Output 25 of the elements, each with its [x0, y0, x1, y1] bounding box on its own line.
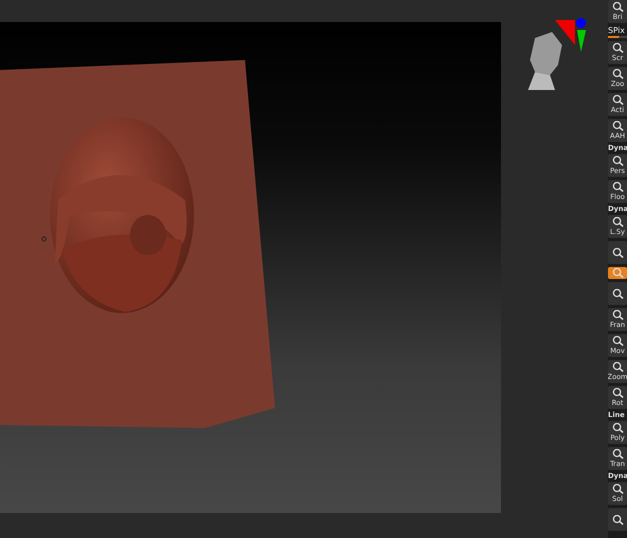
shelf-button[interactable]: [608, 508, 627, 531]
tool-icon: [612, 2, 624, 12]
tool-icon: [612, 43, 624, 53]
tool-icon: [612, 121, 624, 131]
tool-icon: [612, 156, 624, 166]
tool-icon: [612, 268, 624, 278]
tool-icon: [612, 310, 624, 320]
tool-icon: [612, 336, 624, 346]
shelf-button[interactable]: [608, 241, 627, 264]
tool-icon: [612, 217, 624, 227]
tool-icon: [612, 288, 624, 298]
tool-icon: [612, 484, 624, 494]
shelf-button[interactable]: [608, 282, 627, 305]
tool-icon: [612, 69, 624, 79]
tool-icon: [612, 248, 624, 258]
tool-icon: [612, 514, 624, 524]
viewport-canvas[interactable]: [0, 22, 501, 513]
tool-icon: [612, 388, 624, 398]
cursor-dot: [42, 236, 46, 242]
tool-icon: [612, 362, 624, 372]
tool-icon: [612, 95, 624, 105]
tool-icon: [612, 182, 624, 192]
tool-icon: [612, 423, 624, 433]
slider-label: SPix: [608, 26, 626, 35]
tool-icon: [612, 449, 624, 459]
